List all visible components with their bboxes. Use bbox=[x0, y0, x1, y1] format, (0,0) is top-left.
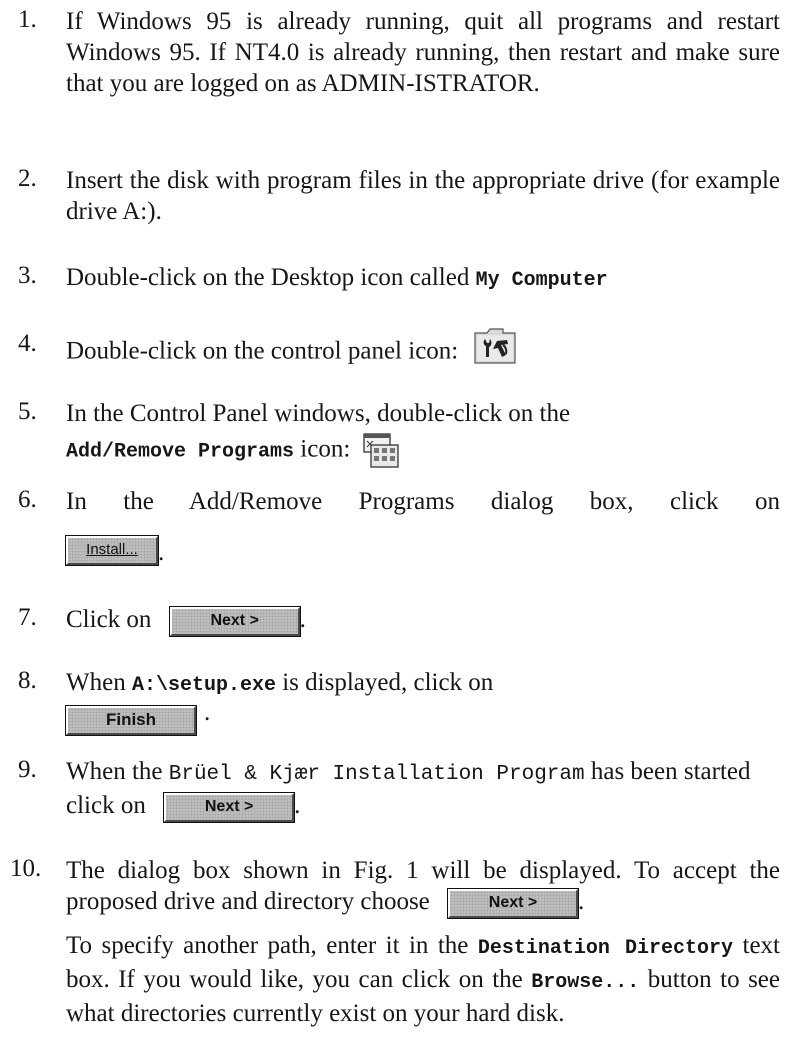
step-3: 3. Double-click on the Desktop icon call… bbox=[18, 262, 780, 296]
step-text: In the Add/Remove Programs dialog box, c… bbox=[65, 488, 780, 566]
step-text: If Windows 95 is already running, quit a… bbox=[66, 8, 780, 97]
step-number: 4. bbox=[18, 330, 37, 357]
finish-button[interactable]: Finish bbox=[65, 704, 197, 736]
step-number: 7. bbox=[18, 604, 37, 631]
instructions-page: 1. If Windows 95 is already running, qui… bbox=[0, 0, 790, 1063]
code-text: Browse... bbox=[531, 970, 640, 994]
step-text: Double-click on the control panel icon: bbox=[66, 328, 780, 376]
next-button[interactable]: Next > bbox=[163, 791, 296, 823]
step-text: The dialog box shown in Fig. 1 will be d… bbox=[66, 857, 780, 1027]
step-text: Insert the disk with program files in th… bbox=[66, 167, 780, 225]
step-number: 1. bbox=[18, 6, 37, 33]
step-text: When the Brüel & Kjær Installation Progr… bbox=[66, 756, 780, 823]
code-text: Brüel & Kjær Installation Program bbox=[168, 763, 585, 786]
step-number: 6. bbox=[18, 486, 37, 513]
code-text: Add/Remove Programs bbox=[66, 440, 295, 464]
step-text: Click on Next >. bbox=[66, 604, 780, 637]
step-2: 2. Insert the disk with program files in… bbox=[18, 165, 780, 227]
step-text: In the Control Panel windows, double-cli… bbox=[66, 398, 780, 473]
add-remove-programs-icon[interactable] bbox=[362, 429, 399, 473]
code-text: A:\setup.exe bbox=[131, 674, 276, 697]
step-10: 10. The dialog box shown in Fig. 1 will … bbox=[10, 855, 780, 1029]
step-7: 7. Click on Next >. bbox=[18, 604, 780, 637]
step-number: 5. bbox=[18, 398, 37, 425]
control-panel-icon[interactable] bbox=[473, 328, 517, 376]
step-number: 2. bbox=[18, 165, 37, 192]
next-button[interactable]: Next > bbox=[168, 605, 301, 637]
install-button[interactable]: Install... bbox=[65, 534, 159, 566]
step-4: 4. Double-click on the control panel ico… bbox=[18, 328, 780, 376]
step-number: 10. bbox=[10, 855, 42, 882]
step-1: 1. If Windows 95 is already running, qui… bbox=[18, 6, 780, 99]
step-9: 9. When the Brüel & Kjær Installation Pr… bbox=[18, 756, 780, 823]
code-text: My Computer bbox=[475, 269, 608, 292]
step-10-note: To specify another path, enter it in the… bbox=[66, 931, 780, 1027]
step-5: 5. In the Control Panel windows, double-… bbox=[18, 398, 780, 473]
next-button[interactable]: Next > bbox=[447, 887, 580, 919]
code-text: Destination Directory bbox=[477, 936, 734, 960]
step-8: 8. When A:\setup.exe is displayed, click… bbox=[18, 667, 780, 736]
step-text: Double-click on the Desktop icon called … bbox=[66, 264, 608, 292]
step-number: 9. bbox=[18, 756, 37, 783]
step-6: 6. In the Add/Remove Programs dialog box… bbox=[18, 486, 780, 566]
step-text: When A:\setup.exe is displayed, click on… bbox=[65, 667, 780, 736]
step-number: 3. bbox=[18, 262, 37, 289]
step-number: 8. bbox=[18, 667, 37, 694]
